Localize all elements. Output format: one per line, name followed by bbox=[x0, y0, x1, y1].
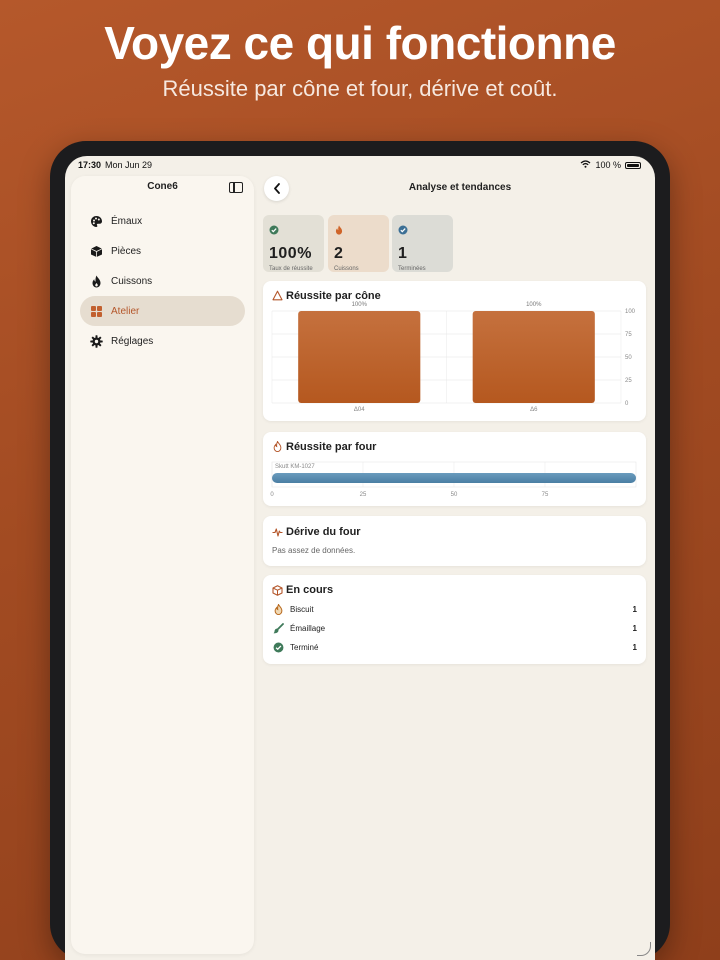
cube-icon bbox=[90, 245, 103, 258]
list-item-count: 1 bbox=[632, 642, 637, 652]
palette-icon bbox=[90, 215, 103, 228]
list-item-count: 1 bbox=[632, 604, 637, 614]
y-tick-label: 50 bbox=[625, 355, 632, 361]
stat-value: 1 bbox=[398, 245, 408, 262]
kiln-chart: 0 25 50 75 Skutt KM-1027 bbox=[270, 461, 637, 498]
list-item-label: Terminé bbox=[290, 642, 319, 652]
stat-value: 2 bbox=[334, 245, 344, 262]
sidebar-toggle-icon[interactable] bbox=[229, 182, 243, 193]
stat-label: Terminées bbox=[398, 266, 426, 272]
wifi-icon bbox=[580, 160, 591, 170]
stat-value: 100% bbox=[269, 245, 312, 262]
status-bar: 17:30 Mon Jun 29 100 % bbox=[65, 160, 655, 176]
checkmark-seal-icon bbox=[269, 225, 279, 235]
x-tick-label: 0 bbox=[270, 492, 274, 498]
tablet-frame: 17:30 Mon Jun 29 100 % Cone6 Émaux Pièce… bbox=[50, 141, 670, 960]
cone-success-card: Réussite par cône 100 75 50 25 0 100% Δ04 100% Δ… bbox=[263, 281, 646, 421]
grid-icon bbox=[90, 305, 103, 318]
screen: 17:30 Mon Jun 29 100 % Cone6 Émaux Pièce… bbox=[65, 156, 655, 960]
status-right: 100 % bbox=[580, 160, 641, 170]
stat-completed: 1 Terminées bbox=[392, 215, 453, 272]
x-tick-label: 25 bbox=[360, 492, 367, 498]
y-tick-label: 0 bbox=[625, 401, 629, 407]
checkmark-seal-icon bbox=[272, 641, 284, 653]
empty-state-text: Pas assez de données. bbox=[272, 546, 356, 555]
checkmark-seal-icon bbox=[398, 225, 408, 235]
cone-chart: 100 75 50 25 0 100% Δ04 100% Δ6 bbox=[271, 302, 636, 413]
sidebar-item-label: Émaux bbox=[111, 215, 143, 227]
x-tick-label: 75 bbox=[542, 492, 549, 498]
y-tick-label: 25 bbox=[625, 378, 632, 384]
bar bbox=[298, 311, 421, 403]
sidebar-item-label: Cuissons bbox=[111, 275, 153, 287]
list-item[interactable]: Émaillage 1 bbox=[272, 621, 637, 635]
card-title: En cours bbox=[286, 584, 334, 596]
kiln-success-card: Réussite par four 0 25 50 75 Skutt KM-1027 bbox=[263, 432, 646, 506]
sidebar-item-emaux[interactable]: Émaux bbox=[80, 206, 245, 236]
sidebar-nav: Émaux Pièces Cuissons Atelier Réglages bbox=[80, 206, 245, 356]
sidebar-item-label: Atelier bbox=[111, 305, 140, 317]
stat-label: Taux de réussite bbox=[269, 266, 313, 272]
y-tick-label: 75 bbox=[625, 332, 632, 338]
page-title: Analyse et tendances bbox=[408, 182, 512, 193]
sidebar-item-atelier[interactable]: Atelier bbox=[80, 296, 245, 326]
sidebar: Cone6 Émaux Pièces Cuissons Atelier Régl… bbox=[71, 176, 254, 954]
list-item-label: Émaillage bbox=[290, 623, 326, 633]
category-label: Skutt KM-1027 bbox=[275, 464, 315, 470]
subline: Réussite par cône et four, dérive et coû… bbox=[162, 76, 558, 101]
box-icon bbox=[272, 585, 283, 596]
sidebar-item-cuissons[interactable]: Cuissons bbox=[80, 266, 245, 296]
flame-icon bbox=[335, 225, 343, 235]
x-tick-label: Δ04 bbox=[354, 407, 365, 413]
waveform-icon bbox=[272, 528, 283, 537]
flame-icon bbox=[90, 275, 103, 288]
stat-firings: 2 Cuissons bbox=[328, 215, 389, 272]
brush-icon bbox=[272, 622, 284, 634]
gear-icon bbox=[90, 334, 103, 348]
x-tick-label: Δ6 bbox=[530, 407, 538, 413]
status-date: Mon Jun 29 bbox=[105, 160, 153, 170]
list-item-count: 1 bbox=[632, 623, 637, 633]
x-tick-label: 50 bbox=[451, 492, 458, 498]
data-label: 100% bbox=[352, 302, 368, 308]
list-item[interactable]: Biscuit 1 bbox=[272, 602, 637, 616]
sidebar-title: Cone6 bbox=[147, 181, 178, 192]
flame-icon bbox=[272, 603, 284, 615]
y-tick-label: 100 bbox=[625, 309, 636, 315]
data-label: 100% bbox=[526, 302, 542, 308]
list-item-label: Biscuit bbox=[290, 604, 314, 614]
in-progress-card: En cours Biscuit 1 Émaillage 1 Terminé 1 bbox=[263, 575, 646, 664]
headline: Voyez ce qui fonctionne bbox=[104, 17, 616, 69]
battery-percent: 100 % bbox=[595, 160, 621, 170]
corner-indicator bbox=[637, 942, 651, 956]
status-time: 17:30 bbox=[78, 160, 102, 170]
stat-label: Cuissons bbox=[334, 266, 359, 272]
bar bbox=[472, 311, 595, 403]
stat-success-rate: 100% Taux de réussite bbox=[263, 215, 324, 272]
sidebar-item-reglages[interactable]: Réglages bbox=[80, 326, 245, 356]
card-title: Dérive du four bbox=[286, 526, 361, 538]
sidebar-item-pieces[interactable]: Pièces bbox=[80, 236, 245, 266]
bar bbox=[272, 473, 636, 483]
battery-icon bbox=[625, 161, 641, 169]
kiln-drift-card: Dérive du four Pas assez de données. bbox=[263, 516, 646, 566]
sidebar-item-label: Réglages bbox=[111, 335, 154, 347]
list-item[interactable]: Terminé 1 bbox=[272, 640, 637, 654]
sidebar-item-label: Pièces bbox=[111, 245, 142, 257]
